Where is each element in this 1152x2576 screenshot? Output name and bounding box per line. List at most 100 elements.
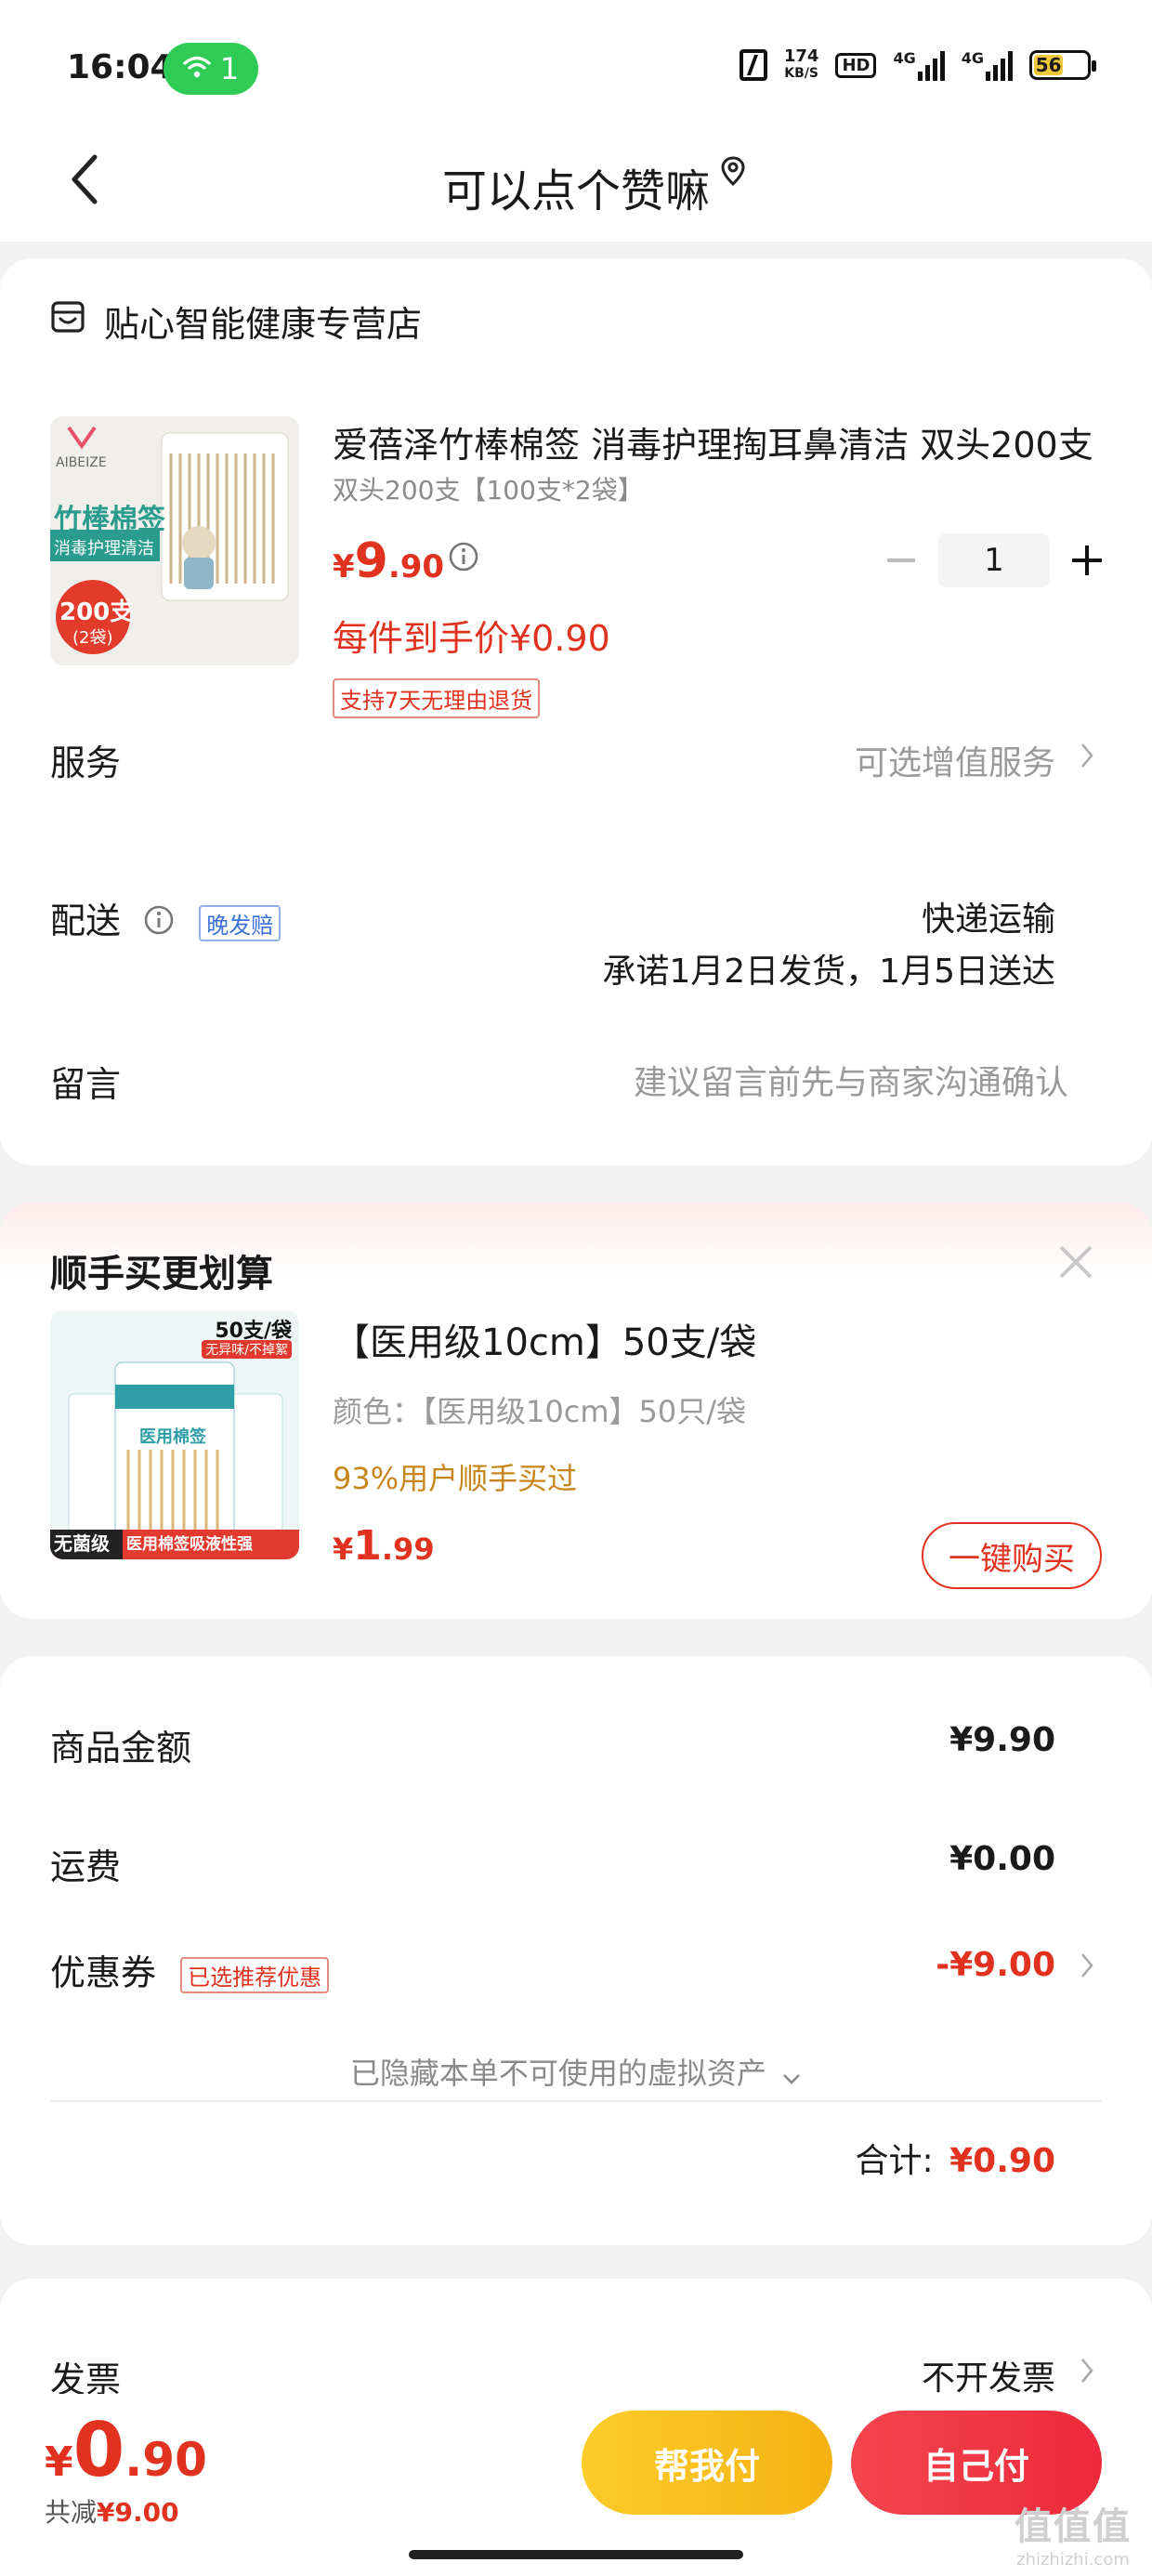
message-label: 留言: [50, 1064, 122, 1105]
price-integer: 9: [354, 533, 388, 589]
upsell-price-decimal: .99: [381, 1531, 435, 1567]
product-name[interactable]: 爱蓓泽竹棒棉签 消毒护理掏耳鼻清洁 双头200支: [333, 416, 1094, 467]
network-speed-unit: KB/S: [784, 66, 819, 81]
network-speed-value: 174: [783, 46, 819, 66]
upsell-image-bottom-left: 无菌级: [54, 1532, 110, 1555]
product-price: ¥ 9 .90: [333, 533, 444, 589]
delivery-promise: 承诺1月2日发货，1月5日送达: [602, 953, 1055, 991]
total-value: ¥0.90: [949, 2142, 1055, 2180]
product-image[interactable]: AIBEIZE 竹棒棉签 消毒护理清洁 200支 (2袋): [50, 416, 299, 665]
late-ship-compensation-badge: 晚发赔: [199, 905, 281, 941]
watermark-url: zhizhizhi.com: [1016, 2550, 1130, 2569]
price-info-icon[interactable]: [448, 541, 479, 576]
signal-icon-2: 4G: [962, 49, 1013, 81]
product-image-title: 竹棒棉签: [54, 504, 165, 536]
saved-label: 共减: [45, 2497, 98, 2528]
network-speed: 174 KB/S: [784, 48, 819, 82]
watermark-text: 值值值: [1015, 2505, 1132, 2548]
price-decimal: .90: [387, 548, 445, 585]
goods-amount-label: 商品金额: [50, 1728, 192, 1768]
wifi-icon: [183, 51, 211, 86]
location-pin-icon[interactable]: [721, 156, 745, 190]
upsell-price-integer: 1: [353, 1522, 382, 1570]
upsell-image-top-sub: 无异味/不掉絮: [202, 1340, 292, 1359]
coupon-value[interactable]: -¥9.00: [936, 1946, 1055, 1984]
store-row[interactable]: 贴心智能健康专营店: [50, 296, 422, 347]
watermark: 值值值 zhizhizhi.com: [1015, 2496, 1132, 2569]
delivery-label: 配送: [50, 900, 122, 941]
chevron-down-icon: [781, 2057, 802, 2093]
pay-total-integer: 0: [72, 2407, 125, 2493]
shipping-label: 运费: [50, 1847, 122, 1887]
order-item-card: 贴心智能健康专营店 AIBEIZE 竹棒棉签 消毒护理清洁 200支 (2袋) …: [0, 258, 1152, 1165]
pay-total: ¥ 0 .90: [45, 2407, 207, 2493]
nav-bar: 可以点个赞嘛: [0, 130, 1152, 242]
invoice-value[interactable]: 不开发票: [922, 2351, 1055, 2399]
message-input[interactable]: 建议留言前先与商家沟通确认: [634, 1056, 1068, 1104]
upsell-product-name[interactable]: 【医用级10cm】50支/袋: [333, 1312, 756, 1366]
quantity-value[interactable]: 1: [938, 533, 1050, 587]
delivery-info-icon[interactable]: [143, 903, 175, 944]
one-click-buy-button[interactable]: 一键购买: [922, 1522, 1102, 1589]
goods-amount-value: ¥9.90: [949, 1721, 1055, 1759]
hd-icon: HD: [835, 52, 877, 78]
pay-total-decimal: .90: [124, 2433, 207, 2487]
increase-quantity-button[interactable]: [1061, 534, 1113, 586]
home-indicator[interactable]: [409, 2550, 743, 2559]
chevron-right-icon[interactable]: [1080, 742, 1094, 773]
status-time: 16:04: [67, 48, 174, 86]
product-image-count-sub: (2袋): [72, 628, 113, 648]
price-currency: ¥: [333, 548, 355, 585]
shipping-value: ¥0.00: [949, 1840, 1055, 1878]
upsell-price-currency: ¥: [333, 1531, 354, 1567]
upsell-bought-rate: 93%用户顺手买过: [333, 1461, 578, 1496]
each-price: 每件到手价¥0.90: [333, 618, 610, 659]
upsell-card: 顺手买更划算 50支/袋 无异味/不掉絮 医用棉签 无菌级 医用棉签吸液性强 【…: [0, 1203, 1152, 1619]
coupon-selected-badge: 已选推荐优惠: [180, 1957, 330, 1993]
signal-icon-1: 4G: [893, 49, 945, 81]
upsell-product-color[interactable]: 颜色：【医用级10cm】50只/袋: [333, 1388, 746, 1431]
page-title: 可以点个赞嘛: [441, 165, 710, 217]
chevron-right-icon[interactable]: [1080, 2357, 1094, 2388]
service-label: 服务: [50, 743, 122, 783]
store-name: 贴心智能健康专营店: [104, 304, 423, 345]
coupon-row: 优惠券 已选推荐优惠: [50, 1944, 330, 1995]
help-me-pay-button[interactable]: 帮我付: [582, 2411, 832, 2515]
return-policy-badge: 支持7天无理由退货: [333, 678, 541, 718]
upsell-image-pack: 医用棉签: [139, 1427, 206, 1447]
pay-total-currency: ¥: [45, 2438, 73, 2486]
store-icon: [50, 300, 85, 342]
summary-divider: [50, 2100, 1102, 2102]
system-icons: 174 KB/S HD 4G 4G 56: [739, 48, 1096, 82]
checkout-bar: ¥ 0 .90 共减¥9.00 帮我付 自己付 值值值 zhizhizhi.co…: [0, 2394, 1152, 2576]
delivery-method: 快递运输: [921, 900, 1055, 939]
upsell-image-bottom-right: 医用棉签吸液性强: [126, 1535, 253, 1554]
coupon-label: 优惠券: [50, 1952, 157, 1993]
product-spec[interactable]: 双头200支【100支*2袋】: [333, 470, 644, 507]
saved-value: ¥9.00: [97, 2497, 179, 2528]
product-image-subtitle: 消毒护理清洁: [54, 539, 154, 559]
wifi-hotspot-badge: 1: [164, 43, 258, 95]
saved-amount: 共减¥9.00: [45, 2492, 179, 2530]
wifi-count: 1: [219, 51, 240, 86]
decrease-quantity-button[interactable]: [875, 534, 927, 586]
battery-level: 56: [1034, 54, 1064, 76]
delivery-row: 配送 晚发赔: [50, 892, 281, 944]
total-label: 合计:: [855, 2142, 934, 2180]
hidden-assets-text: 已隐藏本单不可使用的虚拟资产: [349, 2056, 766, 2091]
price-summary-card: 商品金额 ¥9.90 运费 ¥0.00 优惠券 已选推荐优惠 -¥9.00 已隐…: [0, 1656, 1152, 2245]
upsell-close-button[interactable]: [1055, 1242, 1102, 1288]
product-image-count: 200支: [59, 598, 135, 626]
hidden-assets-toggle[interactable]: 已隐藏本单不可使用的虚拟资产: [0, 2050, 1152, 2093]
upsell-title: 顺手买更划算: [50, 1253, 273, 1295]
product-image-brand: AIBEIZE: [56, 455, 107, 470]
quantity-stepper: 1: [875, 533, 1113, 587]
chevron-right-icon[interactable]: [1080, 1952, 1094, 1983]
service-value[interactable]: 可选增值服务: [855, 736, 1055, 784]
status-bar: 16:04 1 174 KB/S HD 4G 4G 56: [0, 0, 1152, 130]
nfc-icon: [739, 49, 767, 81]
total-row: 合计: ¥0.90: [856, 2134, 1055, 2182]
battery-icon: 56: [1029, 50, 1096, 80]
close-icon: [1055, 1245, 1096, 1286]
upsell-product-image[interactable]: 50支/袋 无异味/不掉絮 医用棉签 无菌级 医用棉签吸液性强: [50, 1310, 299, 1559]
